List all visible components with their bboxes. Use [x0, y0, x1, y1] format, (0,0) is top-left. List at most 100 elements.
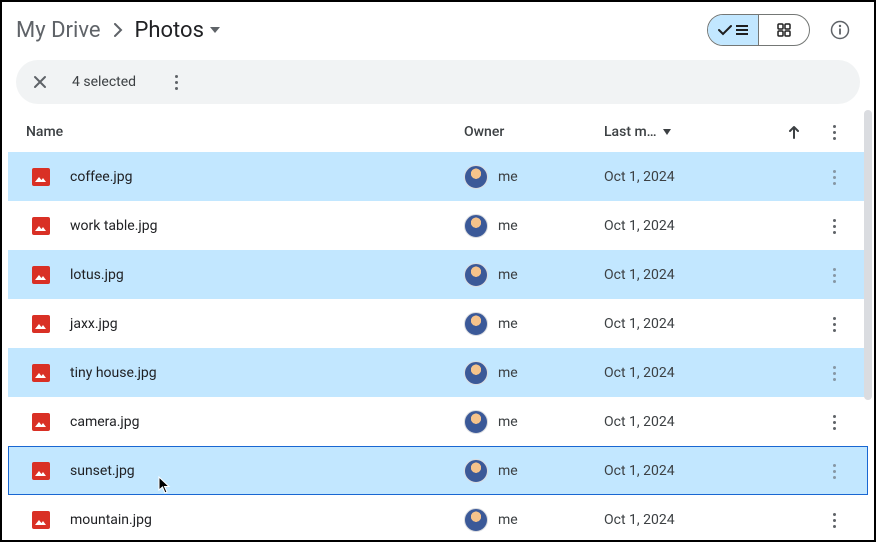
image-file-icon — [32, 413, 50, 431]
avatar — [464, 312, 488, 336]
owner-cell: me — [464, 508, 604, 532]
selection-bar: 4 selected — [16, 60, 860, 104]
scrollbar[interactable] — [864, 110, 872, 400]
row-more-button[interactable] — [814, 464, 854, 479]
modified-cell: Oct 1, 2024 — [604, 316, 774, 332]
table-row[interactable]: camera.jpg me Oct 1, 2024 — [8, 397, 868, 446]
owner-cell: me — [464, 361, 604, 385]
col-owner[interactable]: Owner — [464, 124, 604, 140]
table-row[interactable]: lotus.jpgmeOct 1, 2024 — [8, 250, 868, 299]
file-name: camera.jpg — [70, 414, 464, 430]
top-right-controls — [707, 14, 856, 46]
image-file-icon — [32, 364, 50, 382]
modified-cell: Oct 1, 2024 — [604, 218, 774, 234]
topbar: My Drive Photos — [2, 2, 874, 58]
breadcrumb-current[interactable]: Photos — [135, 18, 220, 43]
file-name: lotus.jpg — [70, 267, 464, 283]
row-more-button[interactable] — [814, 513, 854, 528]
avatar — [464, 508, 488, 532]
owner-cell: me — [464, 263, 604, 287]
info-icon — [830, 20, 850, 40]
modified-cell: Oct 1, 2024 — [604, 414, 774, 430]
image-file-icon — [32, 217, 50, 235]
breadcrumb-root[interactable]: My Drive — [16, 18, 101, 43]
selection-count: 4 selected — [72, 74, 136, 90]
image-file-icon — [32, 511, 50, 529]
owner-cell: me — [464, 214, 604, 238]
more-vert-icon — [833, 464, 836, 479]
table-body: coffee.jpgmeOct 1, 2024work table.jpgmeO… — [8, 152, 868, 538]
more-vert-icon — [833, 170, 836, 185]
owner-label: me — [498, 169, 518, 185]
avatar — [464, 214, 488, 238]
file-name: sunset.jpg — [70, 463, 464, 479]
table-header: Name Owner Last m… — [8, 112, 868, 152]
more-vert-icon — [833, 317, 836, 332]
owner-label: me — [498, 316, 518, 332]
sort-direction[interactable] — [774, 125, 814, 139]
file-name: mountain.jpg — [70, 512, 464, 528]
check-icon — [718, 24, 732, 36]
file-table: Name Owner Last m… coffee.jpgmeOct 1, 20… — [8, 112, 868, 538]
col-menu[interactable] — [814, 125, 854, 140]
table-row[interactable]: jaxx.jpg me Oct 1, 2024 — [8, 299, 868, 348]
more-vert-icon — [833, 219, 836, 234]
grid-icon — [777, 23, 791, 37]
row-more-button[interactable] — [814, 219, 854, 234]
more-vert-icon — [833, 513, 836, 528]
owner-cell: me — [464, 312, 604, 336]
modified-cell: Oct 1, 2024 — [604, 365, 774, 381]
avatar — [464, 165, 488, 189]
owner-label: me — [498, 218, 518, 234]
avatar — [464, 410, 488, 434]
owner-cell: me — [464, 410, 604, 434]
col-modified-label: Last m… — [604, 124, 657, 140]
owner-label: me — [498, 267, 518, 283]
table-row[interactable]: mountain.jpg me Oct 1, 2024 — [8, 495, 868, 538]
col-name[interactable]: Name — [22, 124, 464, 140]
more-vert-icon — [833, 366, 836, 381]
list-view-button[interactable] — [708, 15, 758, 45]
owner-cell: me — [464, 459, 604, 483]
image-file-icon — [32, 462, 50, 480]
file-name: work table.jpg — [70, 218, 464, 234]
row-more-button[interactable] — [814, 317, 854, 332]
list-icon — [735, 24, 749, 36]
breadcrumb-current-label: Photos — [135, 18, 204, 43]
caret-down-icon — [210, 27, 220, 33]
file-name: tiny house.jpg — [70, 365, 464, 381]
row-more-button[interactable] — [814, 366, 854, 381]
col-modified[interactable]: Last m… — [604, 124, 774, 140]
image-file-icon — [32, 266, 50, 284]
avatar — [464, 361, 488, 385]
row-more-button[interactable] — [814, 170, 854, 185]
clear-selection-button[interactable] — [24, 66, 56, 98]
table-row[interactable]: tiny house.jpg me Oct 1, 2024 — [8, 348, 868, 397]
owner-label: me — [498, 414, 518, 430]
more-vert-icon — [833, 125, 836, 140]
breadcrumb: My Drive Photos — [16, 18, 220, 43]
modified-cell: Oct 1, 2024 — [604, 463, 774, 479]
more-vert-icon — [175, 75, 178, 90]
owner-label: me — [498, 512, 518, 528]
owner-label: me — [498, 365, 518, 381]
more-vert-icon — [833, 415, 836, 430]
selection-more-button[interactable] — [160, 66, 192, 98]
row-more-button[interactable] — [814, 268, 854, 283]
info-button[interactable] — [824, 14, 856, 46]
table-row[interactable]: coffee.jpgmeOct 1, 2024 — [8, 152, 868, 201]
caret-down-icon — [663, 129, 671, 135]
table-row[interactable]: work table.jpg me Oct 1, 2024 — [8, 201, 868, 250]
row-more-button[interactable] — [814, 415, 854, 430]
more-vert-icon — [833, 268, 836, 283]
modified-cell: Oct 1, 2024 — [604, 512, 774, 528]
avatar — [464, 263, 488, 287]
chevron-right-icon — [111, 23, 125, 37]
image-file-icon — [32, 168, 50, 186]
file-name: jaxx.jpg — [70, 316, 464, 332]
owner-cell: me — [464, 165, 604, 189]
grid-view-button[interactable] — [759, 15, 809, 45]
arrow-up-icon — [788, 125, 800, 139]
file-name: coffee.jpg — [70, 169, 464, 185]
table-row[interactable]: sunset.jpgmeOct 1, 2024 — [8, 446, 868, 495]
